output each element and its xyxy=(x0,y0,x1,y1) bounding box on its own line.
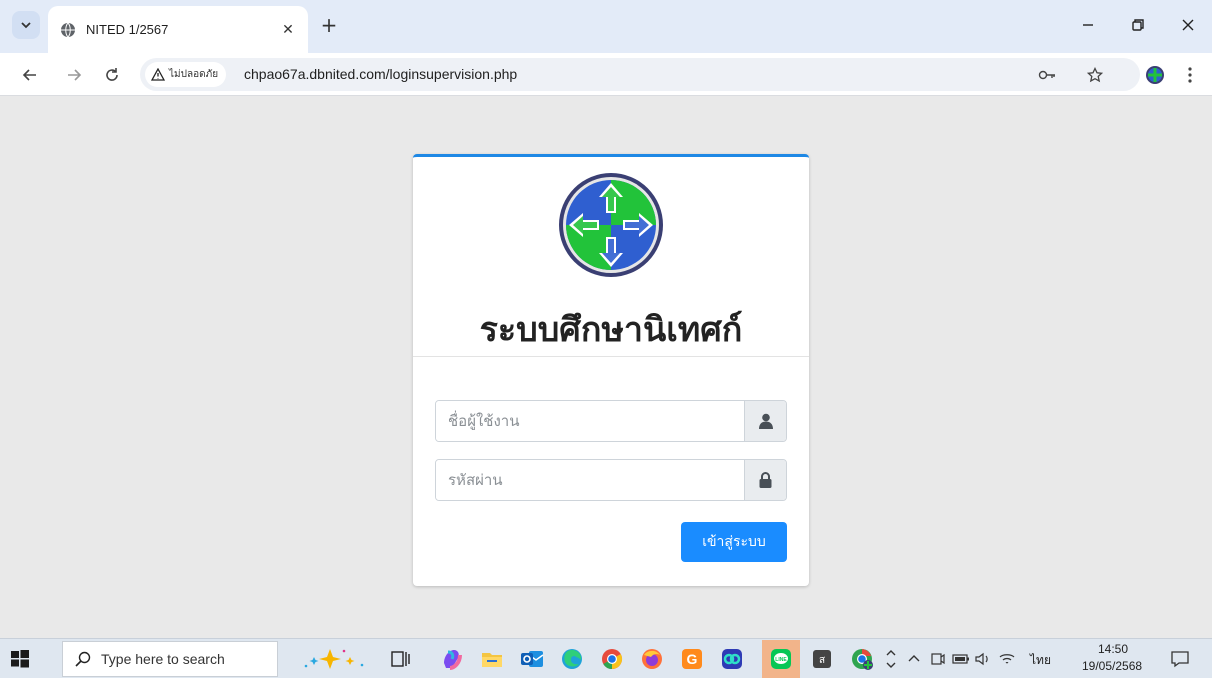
copilot-app-icon[interactable] xyxy=(440,647,464,671)
username-input[interactable] xyxy=(436,401,744,441)
app-icon[interactable]: ส xyxy=(810,647,834,671)
search-icon xyxy=(75,651,91,667)
tab-title: NITED 1/2567 xyxy=(86,22,169,37)
battery-icon[interactable] xyxy=(952,647,970,671)
chrome-icon[interactable] xyxy=(600,647,624,671)
user-icon xyxy=(758,413,773,429)
browser-tab[interactable]: NITED 1/2567 ✕ xyxy=(48,6,308,53)
windows-taskbar: Type here to search G LINE ส ไทย 14:50 1… xyxy=(0,638,1212,678)
copilot-icon[interactable] xyxy=(300,647,370,671)
language-indicator[interactable]: ไทย xyxy=(1030,651,1051,670)
back-button[interactable] xyxy=(16,61,44,89)
globe-icon xyxy=(61,22,75,37)
restore-button[interactable] xyxy=(1118,11,1158,39)
more-icon xyxy=(1188,67,1192,83)
username-field xyxy=(435,400,787,442)
username-addon xyxy=(744,401,786,441)
tab-search-button[interactable] xyxy=(12,11,40,39)
chevron-down-icon xyxy=(21,22,31,29)
minimize-button[interactable] xyxy=(1068,11,1108,39)
page-title: ระบบศึกษานิเทศก์ xyxy=(479,310,743,350)
tab-strip: NITED 1/2567 ✕ + xyxy=(0,0,1212,53)
security-chip[interactable]: ไม่ปลอดภัย xyxy=(145,62,227,87)
card-divider xyxy=(413,356,809,357)
webex-icon[interactable] xyxy=(720,647,744,671)
warning-icon xyxy=(151,67,165,81)
reload-icon xyxy=(106,68,118,81)
password-field xyxy=(435,459,787,501)
line-icon[interactable]: LINE xyxy=(769,647,793,671)
tray-overflow-icon[interactable] xyxy=(906,647,922,671)
edge-icon[interactable] xyxy=(560,647,584,671)
search-placeholder: Type here to search xyxy=(101,651,225,667)
close-tab-icon[interactable]: ✕ xyxy=(278,20,298,40)
meet-now-icon[interactable] xyxy=(930,647,946,671)
scroll-arrows-icon[interactable] xyxy=(884,647,898,671)
clock-date[interactable]: 19/05/2568 xyxy=(1082,659,1142,673)
restore-icon xyxy=(1132,19,1144,31)
login-button[interactable]: เข้าสู่ระบบ xyxy=(681,522,787,562)
reload-button[interactable] xyxy=(98,61,126,89)
close-icon xyxy=(1182,19,1194,31)
svg-text:ส: ส xyxy=(819,655,825,666)
windows-icon[interactable] xyxy=(10,649,30,669)
file-explorer-icon[interactable] xyxy=(480,647,504,671)
bookmark-button[interactable] xyxy=(1083,63,1107,87)
password-addon xyxy=(744,460,786,500)
forward-button[interactable] xyxy=(60,61,88,89)
password-key-button[interactable] xyxy=(1035,63,1059,87)
chrome-profile-icon[interactable] xyxy=(850,647,874,671)
url-text[interactable]: chpao67a.dbnited.com/loginsupervision.ph… xyxy=(244,66,517,82)
wifi-icon[interactable] xyxy=(998,647,1016,671)
key-icon xyxy=(1038,70,1055,80)
back-icon xyxy=(22,69,36,81)
minimize-icon xyxy=(1083,24,1093,26)
forward-icon xyxy=(68,69,82,81)
logo-icon xyxy=(559,173,663,277)
login-card: ระบบศึกษานิเทศก์ เข้าสู่ระบบ xyxy=(413,154,809,586)
menu-button[interactable] xyxy=(1176,61,1204,89)
g-app-icon[interactable]: G xyxy=(680,647,704,671)
profile-icon xyxy=(1146,66,1164,84)
task-view-icon[interactable] xyxy=(388,647,412,671)
taskbar-search[interactable]: Type here to search xyxy=(62,641,278,677)
svg-text:G: G xyxy=(687,651,698,667)
outlook-icon[interactable] xyxy=(520,647,544,671)
star-icon xyxy=(1087,67,1103,83)
notification-icon[interactable] xyxy=(1168,647,1192,671)
security-label: ไม่ปลอดภัย xyxy=(169,69,219,80)
address-bar[interactable]: ไม่ปลอดภัย chpao67a.dbnited.com/loginsup… xyxy=(140,58,1140,91)
password-input[interactable] xyxy=(436,460,744,500)
page-viewport: ระบบศึกษานิเทศก์ เข้าสู่ระบบ xyxy=(0,97,1212,638)
new-tab-button[interactable]: + xyxy=(318,14,340,36)
volume-icon[interactable] xyxy=(974,647,992,671)
profile-button[interactable] xyxy=(1141,61,1169,89)
browser-toolbar: ไม่ปลอดภัย chpao67a.dbnited.com/loginsup… xyxy=(0,53,1212,96)
svg-text:LINE: LINE xyxy=(775,657,787,663)
firefox-icon[interactable] xyxy=(640,647,664,671)
close-window-button[interactable] xyxy=(1168,11,1208,39)
clock-time[interactable]: 14:50 xyxy=(1098,642,1128,656)
lock-icon xyxy=(759,472,772,488)
